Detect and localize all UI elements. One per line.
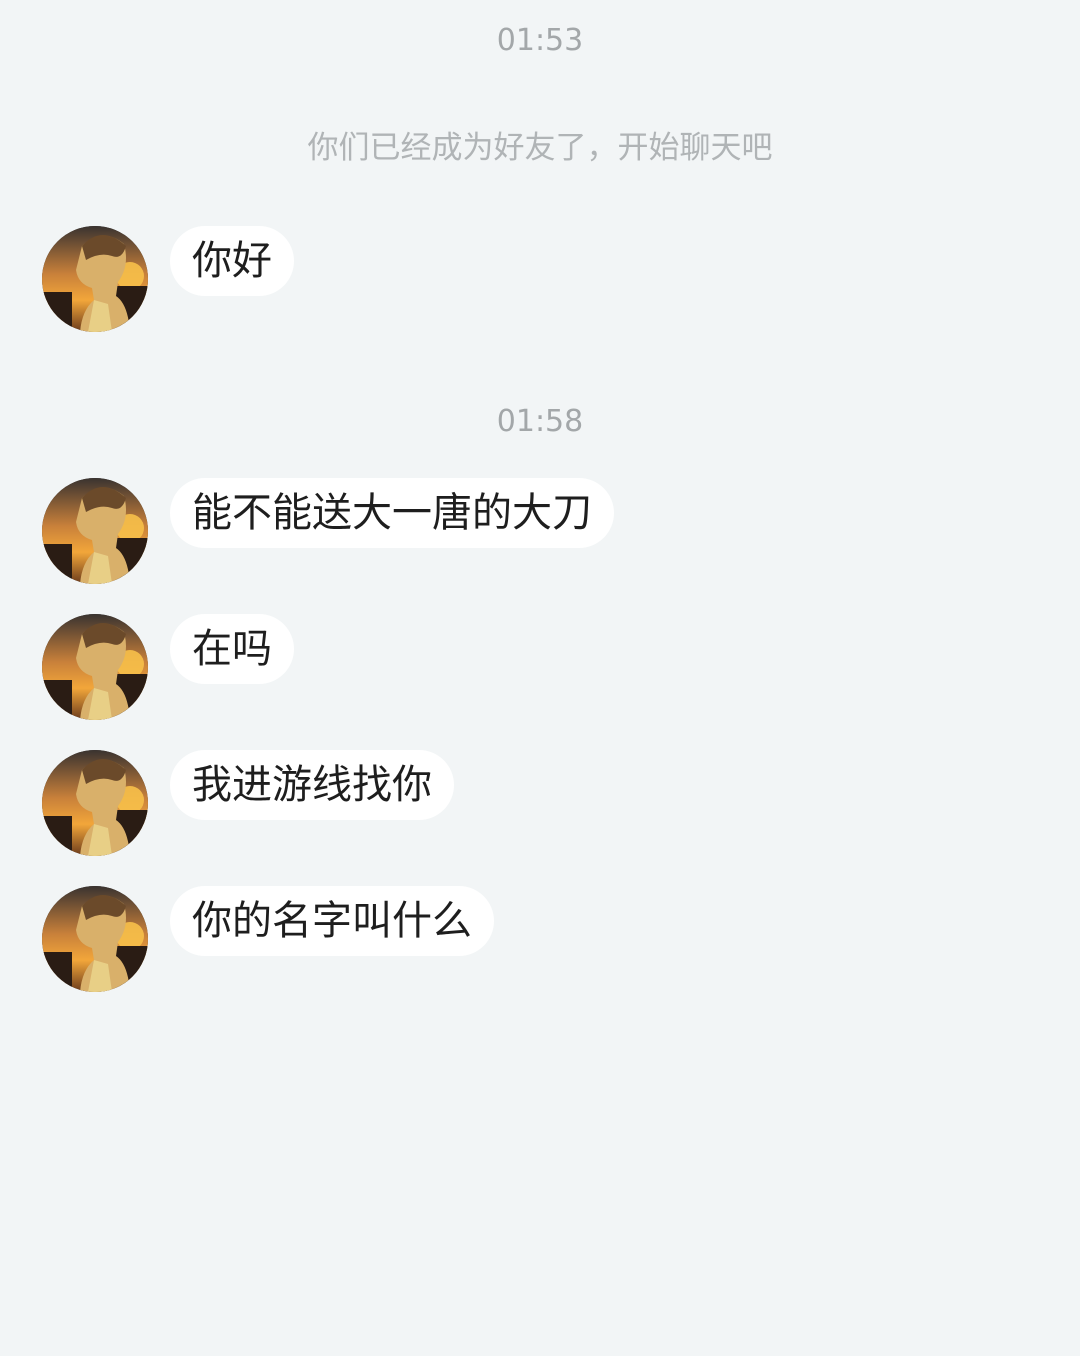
avatar[interactable] — [42, 886, 148, 992]
message-bubble[interactable]: 能不能送大一唐的大刀 — [170, 478, 614, 548]
timestamp: 01:58 — [496, 404, 584, 439]
avatar[interactable] — [42, 478, 148, 584]
message-bubble[interactable]: 我进游线找你 — [170, 750, 454, 820]
message-bubble[interactable]: 你的名字叫什么 — [170, 886, 494, 956]
message-bubble[interactable]: 在吗 — [170, 614, 294, 684]
avatar[interactable] — [42, 614, 148, 720]
chat-window: 01:53 你们已经成为好友了，开始聊天吧 你好 01:58 能不能送大一唐的大… — [0, 0, 1080, 1356]
timestamp: 01:53 — [496, 23, 584, 58]
avatar[interactable] — [42, 226, 148, 332]
system-notice: 你们已经成为好友了，开始聊天吧 — [307, 130, 773, 166]
avatar[interactable] — [42, 750, 148, 856]
message-bubble[interactable]: 你好 — [170, 226, 294, 296]
